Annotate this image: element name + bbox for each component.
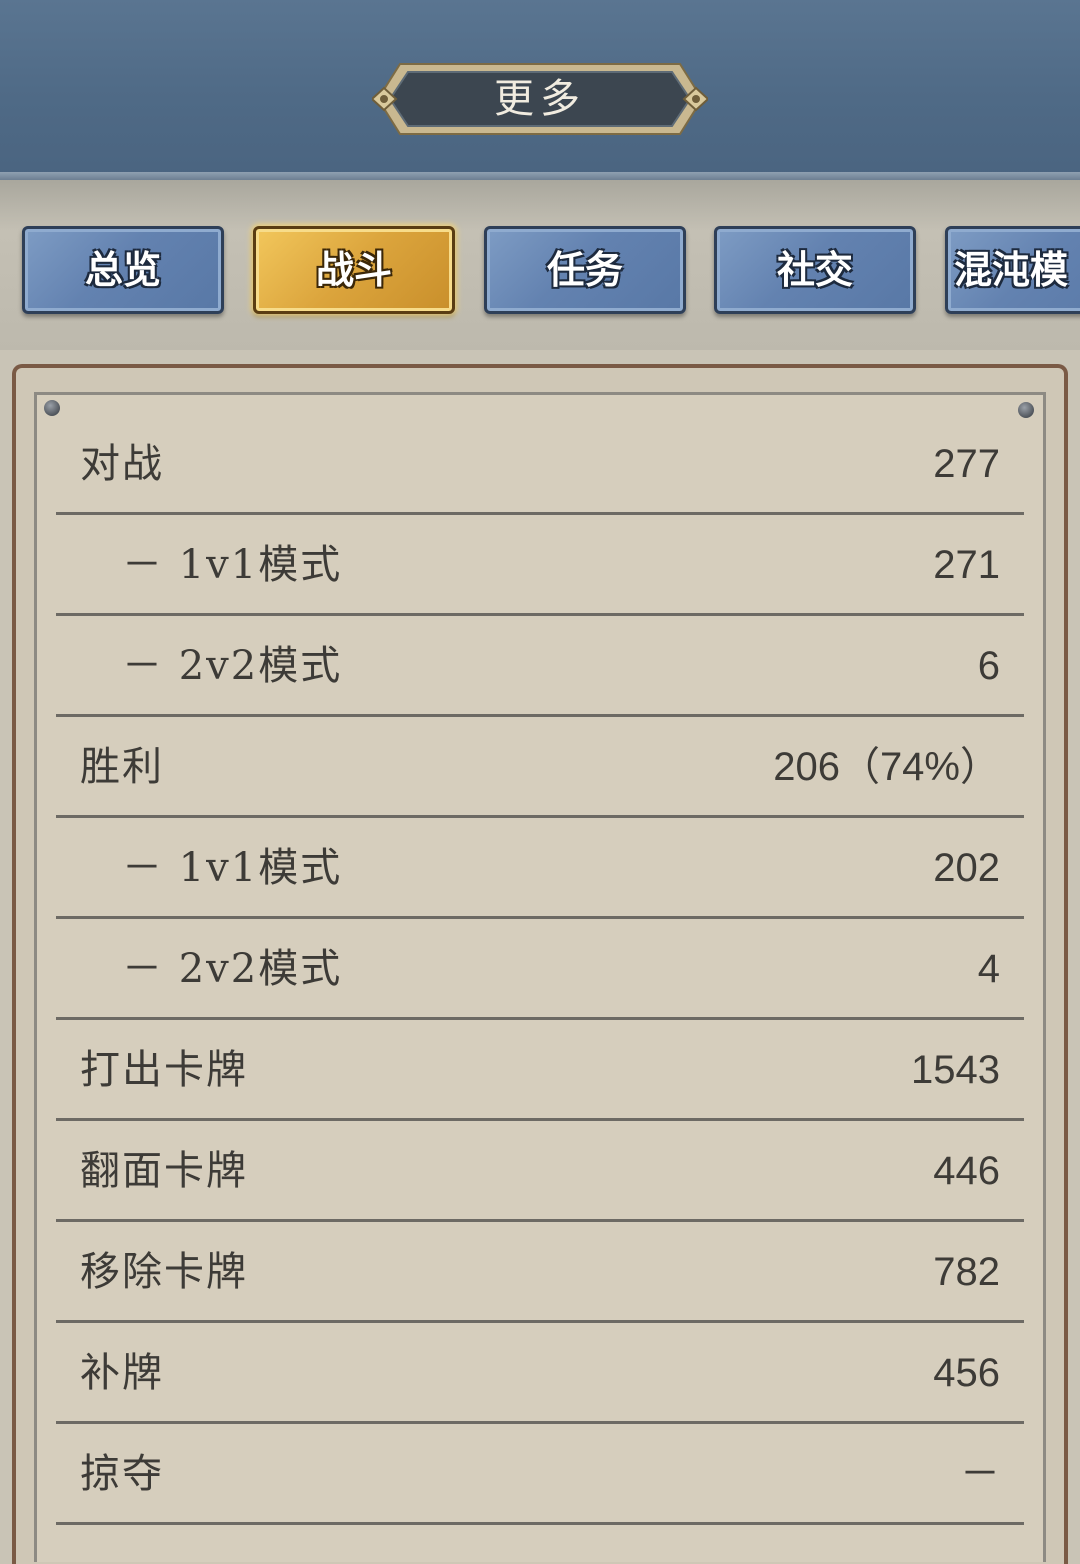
stat-label: 掠夺 — [80, 1451, 164, 1497]
stat-row-plunder: 掠夺 － — [56, 1424, 1024, 1525]
tab-battle-label: 战斗 — [315, 247, 392, 292]
tab-chaos-mode-label: 混沌模 — [954, 247, 1069, 292]
tab-missions[interactable]: 任务 — [484, 226, 686, 314]
tab-missions-label: 任务 — [546, 247, 623, 292]
stat-value: 6 — [977, 644, 1000, 688]
stat-label: 翻面卡牌 — [80, 1148, 248, 1194]
stat-row-cards-flipped: 翻面卡牌 446 — [56, 1121, 1024, 1222]
stat-row-battles: 对战 277 — [56, 414, 1024, 515]
stat-value: 4 — [977, 947, 1000, 991]
stat-value: － — [960, 1452, 1000, 1496]
tab-social[interactable]: 社交 — [714, 226, 916, 314]
stat-label: － 2v2模式 — [122, 946, 343, 992]
tab-overview-label: 总览 — [84, 247, 161, 292]
page-title: 更多 — [494, 76, 586, 122]
tab-social-label: 社交 — [776, 247, 853, 292]
stat-row-wins-1v1: － 1v1模式 202 — [56, 818, 1024, 919]
stat-label: － 1v1模式 — [122, 845, 343, 891]
stat-value: 271 — [933, 543, 1000, 587]
tab-bar: 总览 战斗 任务 社交 混沌模 — [0, 180, 1080, 350]
stat-label: 胜利 — [80, 744, 164, 790]
stat-value: 277 — [933, 442, 1000, 486]
stat-value: 206（74%） — [773, 745, 1000, 789]
stat-row-wins: 胜利 206（74%） — [56, 717, 1024, 818]
stats-list: 对战 277 － 1v1模式 271 － 2v2模式 6 胜利 206（74%）… — [56, 414, 1024, 1525]
tab-overview[interactable]: 总览 — [22, 226, 224, 314]
stat-label: 对战 — [80, 441, 164, 487]
stat-label: 打出卡牌 — [80, 1047, 248, 1093]
title-plate: 更多 — [372, 60, 708, 138]
tab-battle[interactable]: 战斗 — [253, 226, 455, 314]
stat-row-cards-removed: 移除卡牌 782 — [56, 1222, 1024, 1323]
stat-label: － 1v1模式 — [122, 542, 343, 588]
tab-chaos-mode[interactable]: 混沌模 — [945, 226, 1080, 314]
stat-value: 782 — [933, 1250, 1000, 1294]
stat-label: 移除卡牌 — [80, 1249, 248, 1295]
stat-value: 456 — [933, 1351, 1000, 1395]
stat-value: 202 — [933, 846, 1000, 890]
stat-row-cards-drawn: 补牌 456 — [56, 1323, 1024, 1424]
stat-row-cards-played: 打出卡牌 1543 — [56, 1020, 1024, 1121]
stat-value: 446 — [933, 1149, 1000, 1193]
stat-row-battles-2v2: － 2v2模式 6 — [56, 616, 1024, 717]
stat-row-wins-2v2: － 2v2模式 4 — [56, 919, 1024, 1020]
stat-label: － 2v2模式 — [122, 643, 343, 689]
stat-label: 补牌 — [80, 1350, 164, 1396]
stat-row-battles-1v1: － 1v1模式 271 — [56, 515, 1024, 616]
stat-value: 1543 — [911, 1048, 1000, 1092]
header-bar: 更多 — [0, 0, 1080, 180]
